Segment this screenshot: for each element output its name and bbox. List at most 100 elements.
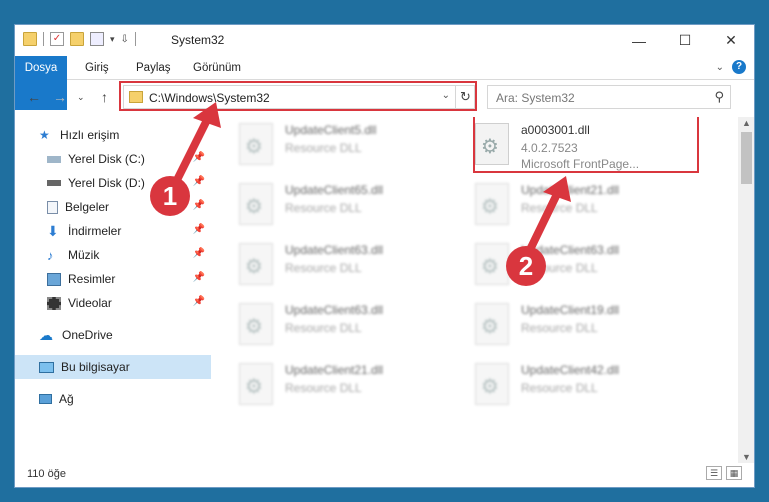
file-name: UpdateClient5.dll [285,123,377,137]
tab-view[interactable]: Görünüm [193,56,241,80]
dll-file-icon [475,243,509,285]
file-name: UpdateClient42.dll [521,363,620,377]
address-highlight-box [119,81,477,111]
up-arrow-icon[interactable]: ↑ [101,89,108,105]
sidebar-item-drive-d[interactable]: Yerel Disk (D:) 📌 [15,171,211,195]
computer-icon [39,361,54,373]
cloud-icon: ☁ [39,326,53,343]
qa-dropdown-icon[interactable]: ⇩ [121,34,129,45]
pictures-icon [47,272,61,286]
sidebar-item-documents[interactable]: Belgeler 📌 [15,195,211,219]
list-item[interactable]: UpdateClient21.dll Resource DLL [237,359,467,413]
search-input[interactable]: Ara: System32 ⚲ [487,85,731,109]
scroll-down-icon[interactable]: ▼ [742,452,751,462]
new-folder-icon[interactable] [70,32,84,46]
large-icons-view-icon[interactable]: ▦ [726,466,742,480]
sidebar-item-quick-access[interactable]: ★ Hızlı erişim [15,123,211,147]
tab-home[interactable]: Giriş [85,56,109,80]
view-switcher: ☰ ▦ [706,466,742,480]
pin-icon: 📌 [192,224,205,235]
file-type: Resource DLL [285,201,362,215]
tab-share[interactable]: Paylaş [136,56,171,80]
customize-toolbar-icon[interactable]: ▾ [110,34,115,45]
list-item[interactable]: UpdateClient63.dll Resource DLL [237,299,467,353]
file-name: UpdateClient21.dll [521,183,620,197]
scroll-up-icon[interactable]: ▲ [742,118,751,128]
file-highlight-box [473,117,699,173]
vertical-scrollbar[interactable]: ▲ ▼ [738,117,754,463]
list-item[interactable]: UpdateClient19.dll Resource DLL [473,299,703,353]
sidebar-item-label: Müzik [68,248,100,262]
sidebar-item-label: İndirmeler [68,224,122,238]
toolbar-divider [134,32,136,46]
toolbar-divider [43,32,44,46]
forward-arrow-icon[interactable]: → [53,89,67,105]
sidebar-item-label: Belgeler [65,200,110,214]
sidebar-item-label: Videolar [68,296,112,310]
star-icon: ★ [39,127,50,142]
file-name: UpdateClient19.dll [521,303,620,317]
title-bar: ✓ ▾ ⇩ System32 — ☐ ✕ [15,25,754,56]
sidebar-item-label: Hızlı erişim [60,128,120,142]
download-icon: ⬇ [47,222,59,239]
back-arrow-icon[interactable]: ← [27,89,41,105]
close-button[interactable]: ✕ [708,25,754,56]
file-list: UpdateClient5.dll Resource DLL UpdateCli… [211,117,738,463]
properties-check-icon[interactable]: ✓ [50,32,64,46]
sidebar-item-label: Resimler [68,272,116,286]
sidebar-item-this-pc[interactable]: Bu bilgisayar [15,355,211,379]
folder-icon[interactable] [23,32,37,46]
list-item[interactable]: UpdateClient63.dll Resource DLL [237,239,467,293]
list-item[interactable]: UpdateClient42.dll Resource DLL [473,359,703,413]
list-item[interactable]: UpdateClient21.dll Resource DLL [473,179,703,233]
dll-file-icon [239,183,273,225]
recent-locations-icon[interactable]: ⌄ [77,92,85,103]
drive-icon [47,155,61,163]
dll-file-icon [239,303,273,345]
sidebar-item-drive-c[interactable]: Yerel Disk (C:) 📌 [15,147,211,171]
file-type: Resource DLL [521,381,598,395]
music-icon: ♪ [47,247,54,263]
item-count: 110 öğe [27,468,66,480]
drive-icon [47,180,61,186]
file-type: Resource DLL [521,201,598,215]
window-controls: — ☐ ✕ [616,25,754,56]
sidebar-item-downloads[interactable]: ⬇ İndirmeler 📌 [15,219,211,243]
sidebar-item-pictures[interactable]: Resimler 📌 [15,267,211,291]
rename-icon[interactable] [90,32,104,46]
file-name: UpdateClient63.dll [521,243,620,257]
dll-file-icon [239,243,273,285]
minimize-button[interactable]: — [616,25,662,56]
pin-icon: 📌 [192,152,205,163]
ribbon-tabs: Dosya Giriş Paylaş Görünüm ⌄ ? [15,56,754,110]
help-button[interactable]: ? [732,60,746,74]
network-icon [39,394,52,404]
quick-access-toolbar: ✓ ▾ ⇩ [23,32,136,46]
search-icon: ⚲ [714,89,724,104]
file-name: UpdateClient65.dll [285,183,384,197]
sidebar-item-network[interactable]: Ağ [15,387,211,411]
sidebar-item-label: Yerel Disk (C:) [68,152,145,166]
scrollbar-thumb[interactable] [741,132,752,184]
explorer-window: ✓ ▾ ⇩ System32 — ☐ ✕ Dosya Giriş Paylaş … [14,24,755,488]
file-name: UpdateClient63.dll [285,243,384,257]
sidebar-item-onedrive[interactable]: ☁ OneDrive [15,323,211,347]
sidebar-item-music[interactable]: ♪ Müzik 📌 [15,243,211,267]
documents-icon [47,200,58,214]
file-type: Resource DLL [285,381,362,395]
details-view-icon[interactable]: ☰ [706,466,722,480]
file-type: Resource DLL [285,261,362,275]
file-type: Resource DLL [285,321,362,335]
sidebar-item-videos[interactable]: Videolar 📌 [15,291,211,315]
list-item[interactable]: UpdateClient65.dll Resource DLL [237,179,467,233]
status-bar: 110 öğe ☰ ▦ [15,463,754,487]
sidebar-item-label: Yerel Disk (D:) [68,176,145,190]
list-item[interactable]: UpdateClient5.dll Resource DLL [237,119,467,173]
chevron-down-icon[interactable]: ⌄ [716,62,724,73]
navigation-bar: ← → ⌄ ↑ C:\Windows\System32 ⌄ ↻ Ara: Sys… [15,81,754,113]
navigation-pane: ★ Hızlı erişim Yerel Disk (C:) 📌 Yerel D… [15,117,211,463]
maximize-button[interactable]: ☐ [662,25,708,56]
list-item[interactable]: UpdateClient63.dll Resource DLL [473,239,703,293]
pin-icon: 📌 [192,248,205,259]
file-name: UpdateClient63.dll [285,303,384,317]
